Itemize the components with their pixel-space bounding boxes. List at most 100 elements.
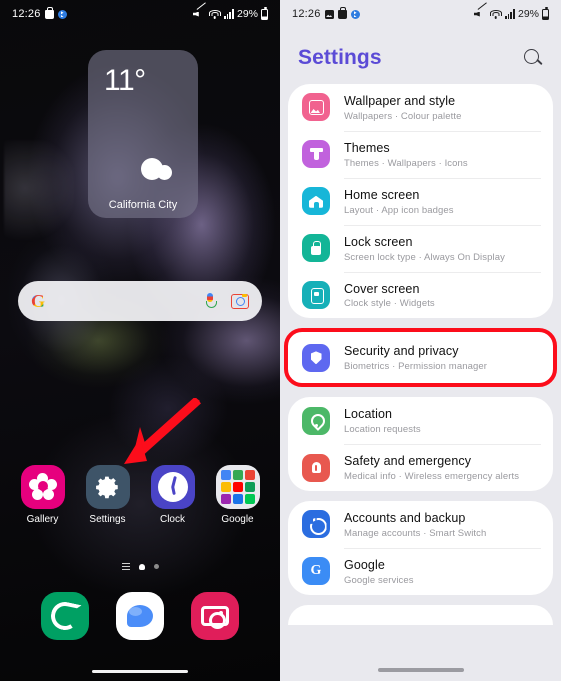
google-icon: G: [302, 557, 330, 586]
wifi-icon: [208, 9, 221, 19]
weather-temperature: 11°: [104, 64, 146, 97]
status-time: 12:26: [12, 8, 41, 20]
item-subtitle: Biometrics · Permission manager: [344, 361, 488, 373]
annotation-arrow: [124, 398, 202, 464]
dock-camera[interactable]: [186, 592, 244, 645]
right-phone-settings-screen: 12:26 29% Settings Wallpaper and style W…: [280, 0, 561, 681]
settings-card: Location Location requests Safety and em…: [288, 397, 553, 491]
wifi-icon: [489, 9, 502, 19]
page-title: Settings: [298, 46, 382, 69]
briefcase-icon: [44, 7, 54, 19]
item-subtitle: Screen lock type · Always On Display: [344, 251, 505, 263]
gear-icon: [85, 465, 130, 509]
status-time: 12:26: [292, 8, 321, 20]
cover-screen-icon: [302, 280, 330, 309]
screenshot-icon: [324, 9, 334, 19]
app-label: Settings: [89, 514, 126, 525]
page-dot[interactable]: [153, 564, 159, 570]
app-settings[interactable]: Settings: [79, 465, 137, 525]
gallery-flower-icon: [20, 465, 65, 509]
briefcase-icon: [337, 7, 347, 19]
settings-item-lock-screen[interactable]: Lock screen Screen lock type · Always On…: [288, 224, 553, 272]
cloud-icon: [141, 158, 181, 180]
bluetooth-badge-icon: [350, 9, 360, 19]
settings-list[interactable]: Wallpaper and style Wallpapers · Colour …: [280, 84, 561, 625]
item-title: Themes: [344, 140, 390, 155]
settings-header: Settings: [280, 28, 561, 84]
sync-icon: [302, 510, 330, 539]
app-clock[interactable]: Clock: [144, 465, 202, 525]
shield-icon: [302, 343, 330, 372]
item-subtitle: Wallpapers · Colour palette: [344, 110, 462, 122]
battery-percent: 29%: [236, 8, 258, 20]
status-bar-left: 12:26 29%: [0, 0, 280, 28]
message-bubble-icon: [115, 592, 164, 640]
app-label: Google: [221, 514, 254, 525]
app-google-folder[interactable]: Google: [209, 465, 267, 525]
navigation-gesture-pill[interactable]: [92, 669, 188, 673]
app-label: Gallery: [26, 514, 59, 525]
phone-icon: [41, 592, 90, 640]
page-indicator[interactable]: [0, 563, 280, 571]
status-bar-right: 12:26 29%: [280, 0, 561, 28]
dock: [0, 592, 280, 645]
battery-percent: 29%: [517, 8, 539, 20]
dock-phone[interactable]: [36, 592, 94, 645]
battery-icon: [542, 6, 549, 20]
app-gallery[interactable]: Gallery: [14, 465, 72, 525]
settings-card: Accounts and backup Manage accounts · Sm…: [288, 501, 553, 595]
settings-item-location[interactable]: Location Location requests: [288, 397, 553, 444]
signal-bars-icon: [504, 9, 515, 19]
navigation-gesture-pill[interactable]: [377, 668, 464, 672]
weather-city: California City: [108, 199, 178, 211]
page-dot-active[interactable]: [138, 563, 145, 570]
signal-bars-icon: [223, 9, 234, 19]
home-icon: [302, 187, 330, 216]
item-title: Lock screen: [344, 234, 413, 249]
item-subtitle: Themes · Wallpapers · Icons: [344, 157, 468, 169]
item-title: Cover screen: [344, 281, 420, 296]
google-folder-icon: [215, 465, 260, 509]
app-list-indicator-icon: [121, 563, 130, 571]
settings-item-accounts-and-backup[interactable]: Accounts and backup Manage accounts · Sm…: [288, 501, 553, 548]
location-pin-icon: [302, 406, 330, 435]
safety-emergency-icon: [302, 453, 330, 482]
item-title: Wallpaper and style: [344, 94, 456, 108]
item-subtitle: Medical info · Wireless emergency alerts: [344, 471, 520, 482]
item-title: Accounts and backup: [344, 511, 466, 525]
settings-item-google[interactable]: G Google Google services: [288, 547, 553, 595]
settings-item-safety-and-emergency[interactable]: Safety and emergency Medical info · Wire…: [288, 444, 553, 491]
settings-item-security-and-privacy[interactable]: Security and privacy Biometrics · Permis…: [288, 332, 553, 383]
dock-messages[interactable]: [111, 592, 169, 645]
screenshot-stage: 12:26 29% 11° California City G Gallery …: [0, 0, 561, 681]
settings-card: Wallpaper and style Wallpapers · Colour …: [288, 84, 553, 319]
search-icon[interactable]: [524, 48, 543, 68]
settings-item-cover-screen[interactable]: Cover screen Clock style · Widgets: [288, 271, 553, 319]
app-row: Gallery Settings Clock Google: [0, 465, 280, 525]
settings-item-themes[interactable]: Themes Themes · Wallpapers · Icons: [288, 130, 553, 178]
settings-item-home-screen[interactable]: Home screen Layout · App icon badges: [288, 177, 553, 225]
google-lens-icon[interactable]: [231, 293, 249, 309]
item-subtitle: Google services: [344, 574, 414, 586]
left-phone-home-screen: 12:26 29% 11° California City G Gallery …: [0, 0, 280, 681]
lock-icon: [302, 234, 330, 263]
item-title: Security and privacy: [344, 344, 459, 359]
item-title: Home screen: [344, 187, 420, 202]
settings-item-wallpaper-and-style[interactable]: Wallpaper and style Wallpapers · Colour …: [288, 84, 553, 131]
google-g-icon: G: [31, 291, 46, 311]
bluetooth-badge-icon: [57, 9, 67, 19]
paint-brush-icon: [302, 140, 330, 169]
item-subtitle: Manage accounts · Smart Switch: [344, 527, 487, 539]
microphone-icon[interactable]: [205, 292, 217, 310]
mute-icon: [193, 9, 206, 20]
camera-icon: [190, 592, 239, 640]
item-subtitle: Clock style · Widgets: [344, 298, 435, 310]
item-title: Location: [344, 407, 393, 422]
item-subtitle: Location requests: [344, 424, 421, 436]
battery-icon: [261, 6, 268, 20]
google-search-bar[interactable]: G: [18, 281, 262, 321]
settings-card-highlighted: Security and privacy Biometrics · Permis…: [284, 328, 557, 388]
item-title: Safety and emergency: [344, 454, 472, 469]
settings-card-partial[interactable]: [288, 604, 553, 625]
weather-widget[interactable]: 11° California City: [88, 50, 198, 218]
